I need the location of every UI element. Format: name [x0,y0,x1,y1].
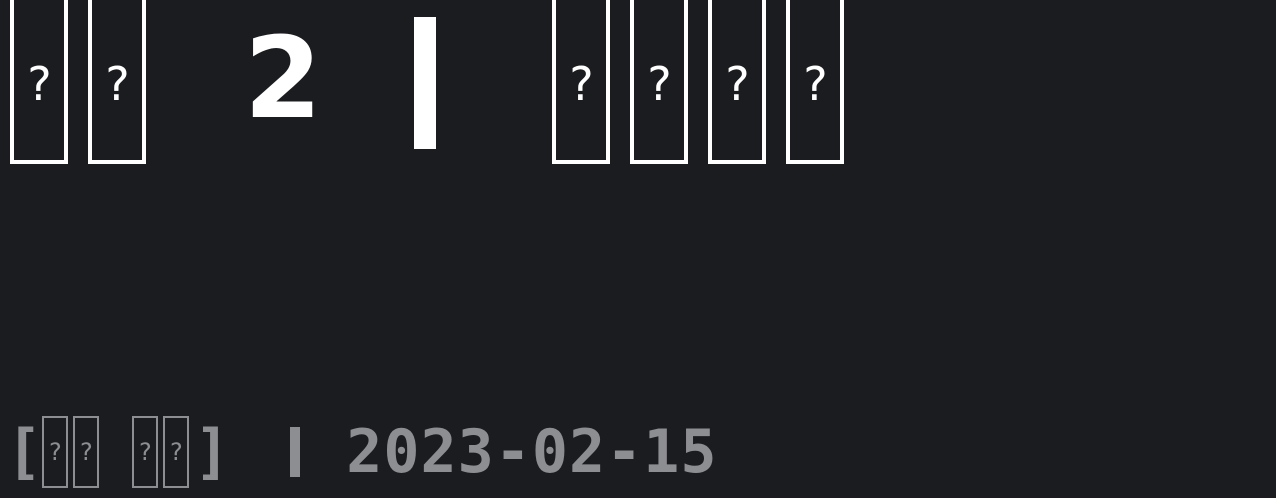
missing-glyph-box: ? [10,0,68,164]
missing-glyph-box: ? [73,416,100,488]
missing-glyph-box: ? [785,0,844,164]
missing-glyph-box: ? [629,0,688,164]
missing-glyph-box: ? [88,0,146,164]
close-bracket: ] [194,417,231,487]
missing-glyph-box: ? [163,416,190,488]
title-card: ? ? 2 ? ? ? ? [ ? ? ? ? ] 2023-02-15 [0,0,1276,498]
missing-glyph-box: ? [551,0,610,164]
headline-number: 2 [244,14,322,144]
date-label: 2023-02-15 [346,417,718,487]
missing-glyph-box: ? [132,416,159,488]
headline: ? ? 2 ? ? ? ? [10,0,864,164]
meta-line: [ ? ? ? ? ] 2023-02-15 [6,416,717,488]
missing-glyph-box: ? [42,416,69,488]
meta-separator [290,427,301,477]
headline-separator [413,17,436,149]
open-bracket: [ [6,417,43,487]
missing-glyph-box: ? [707,0,766,164]
